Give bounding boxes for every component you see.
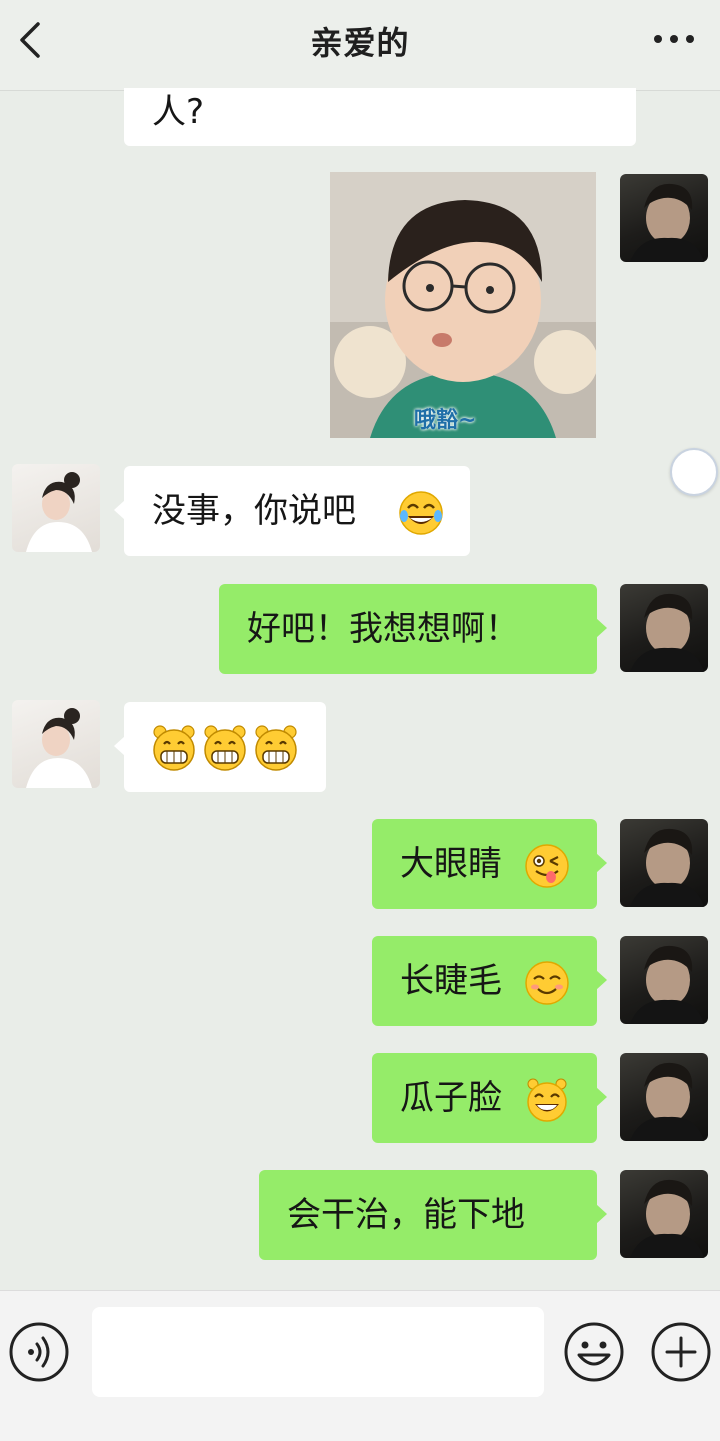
message-bubble-outgoing[interactable]: 瓜子脸 — [372, 1053, 607, 1143]
message-text: 大眼睛 — [400, 844, 502, 884]
message-bubble-incoming[interactable] — [114, 702, 326, 792]
message-text: 会干治，能下地 — [287, 1195, 525, 1235]
message-text: 瓜子脸 — [400, 1078, 502, 1118]
grinning-emoji-icon — [153, 725, 195, 771]
my-avatar[interactable] — [620, 584, 708, 672]
plus-icon[interactable] — [650, 1321, 712, 1383]
message-bubble-outgoing[interactable]: 长睫毛 — [372, 936, 607, 1026]
message-bubble-incoming[interactable]: 没事，你说吧 — [114, 466, 470, 556]
grin-squint-emoji-icon — [527, 1078, 567, 1122]
avatar-portrait — [630, 945, 704, 1024]
floating-assist-button[interactable] — [670, 448, 718, 496]
contact-avatar[interactable] — [12, 464, 100, 552]
my-avatar[interactable] — [620, 174, 708, 262]
avatar-portrait — [630, 828, 704, 907]
grinning-emoji-icon — [255, 725, 297, 771]
voice-icon[interactable] — [8, 1321, 70, 1383]
avatar-portrait — [630, 593, 704, 672]
more-dots-icon[interactable] — [650, 24, 698, 54]
smiley-icon[interactable] — [563, 1321, 625, 1383]
message-input[interactable] — [92, 1307, 544, 1397]
avatar-portrait — [26, 472, 92, 552]
avatar-portrait — [26, 708, 92, 788]
my-avatar[interactable] — [620, 819, 708, 907]
avatar-portrait — [630, 1062, 704, 1141]
baby-sticker-illustration — [330, 172, 596, 438]
message-bubble-outgoing[interactable]: 会干治，能下地 — [259, 1170, 607, 1260]
sticker-caption: 哦豁~ — [414, 408, 477, 433]
grinning-emoji-icon — [204, 725, 246, 771]
chat-input-bar — [0, 1290, 720, 1441]
laughing-tears-emoji-icon — [399, 491, 443, 535]
my-avatar[interactable] — [620, 1053, 708, 1141]
message-bubble-outgoing[interactable]: 好吧！我想想啊！ — [219, 584, 607, 674]
message-text: 人? — [152, 92, 205, 132]
chat-header: 亲爱的 — [0, 0, 720, 91]
blushing-smile-emoji-icon — [525, 961, 569, 1005]
winking-tongue-emoji-icon — [525, 844, 569, 888]
sticker-image[interactable]: 哦豁~ — [330, 172, 596, 438]
avatar-portrait — [630, 183, 704, 262]
avatar-portrait — [630, 1179, 704, 1258]
my-avatar[interactable] — [620, 936, 708, 1024]
chat-title: 亲爱的 — [310, 24, 410, 62]
my-avatar[interactable] — [620, 1170, 708, 1258]
message-bubble-incoming[interactable]: 人? — [124, 88, 636, 146]
message-text: 好吧！我想想啊！ — [247, 609, 519, 649]
contact-avatar[interactable] — [12, 700, 100, 788]
message-text: 没事，你说吧 — [152, 491, 356, 531]
message-bubble-outgoing[interactable]: 大眼睛 — [372, 819, 607, 909]
message-text: 长睫毛 — [400, 961, 502, 1001]
